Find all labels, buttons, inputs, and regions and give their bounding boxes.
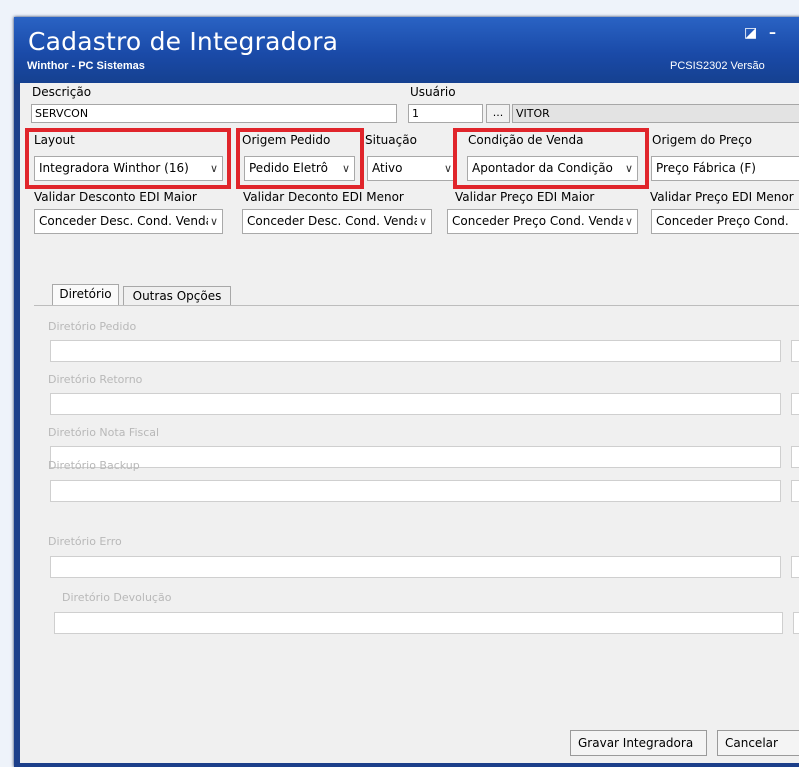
diretorio-backup-browse[interactable] (791, 480, 799, 502)
validar-preco-maior-value: Conceder Preço Cond. Venda (452, 214, 626, 228)
validar-desc-menor-label: Validar Deconto EDI Menor (243, 190, 404, 204)
validar-desc-maior-select[interactable]: Conceder Desc. Cond. Venda ∨ (34, 209, 223, 234)
cancelar-button[interactable]: Cancelar (717, 730, 799, 756)
chevron-down-icon: ∨ (416, 210, 427, 233)
chevron-down-icon: ∨ (622, 210, 633, 233)
diretorio-devolucao-input[interactable] (54, 612, 783, 634)
highlight-layout (25, 128, 231, 189)
diretorio-nota-fiscal-input[interactable] (50, 446, 781, 468)
highlight-condicao-venda (453, 128, 649, 189)
version-label: PCSIS2302 Versão (670, 60, 765, 72)
validar-desc-menor-value: Conceder Desc. Cond. Venda (247, 214, 421, 228)
diretorio-pedido-browse[interactable] (791, 340, 799, 362)
validar-desc-maior-label: Validar Desconto EDI Maior (34, 190, 197, 204)
diretorio-erro-browse[interactable] (791, 556, 799, 578)
validar-preco-menor-label: Validar Preço EDI Menor (650, 190, 794, 204)
title-bar: Cadastro de Integradora Winthor - PC Sis… (14, 17, 799, 84)
diretorio-devolucao-browse[interactable] (793, 612, 799, 634)
tab-diretorio[interactable]: Diretório (52, 284, 119, 306)
diretorio-retorno-input[interactable] (50, 393, 781, 415)
validar-desc-menor-select[interactable]: Conceder Desc. Cond. Venda ∨ (242, 209, 432, 234)
situacao-label: Situação (365, 133, 417, 147)
chevron-down-icon: ∨ (207, 210, 218, 233)
usuario-name-field: VITOR (512, 104, 799, 123)
diretorio-nota-fiscal-label: Diretório Nota Fiscal (48, 426, 160, 439)
diretorio-backup-input[interactable] (50, 480, 781, 502)
diretorio-nota-fiscal-browse[interactable] (791, 446, 799, 468)
window-subtitle: Winthor - PC Sistemas (27, 60, 145, 72)
situacao-select-value: Ativo (372, 161, 403, 175)
situacao-select[interactable]: Ativo ∨ (367, 156, 457, 181)
validar-preco-menor-select[interactable]: Conceder Preço Cond. (651, 209, 799, 234)
tab-panel-diretorio (34, 305, 799, 716)
origem-preco-select-value: Preço Fábrica (F) (656, 161, 756, 175)
gravar-integradora-button[interactable]: Gravar Integradora (570, 730, 707, 756)
restore-icon[interactable]: ◪ (744, 25, 757, 41)
usuario-label: Usuário (410, 85, 456, 99)
origem-preco-select[interactable]: Preço Fábrica (F) (651, 156, 799, 181)
origem-preco-label: Origem do Preço (652, 133, 753, 147)
minimize-icon[interactable]: – (769, 25, 776, 41)
form-client-area: Descrição SERVCON Usuário 1 ... VITOR La… (20, 83, 799, 763)
diretorio-pedido-label: Diretório Pedido (48, 320, 137, 333)
diretorio-retorno-browse[interactable] (791, 393, 799, 415)
validar-desc-maior-value: Conceder Desc. Cond. Venda (39, 214, 213, 228)
descricao-label: Descrição (32, 85, 92, 99)
diretorio-devolucao-label: Diretório Devolução (62, 591, 172, 604)
diretorio-erro-label: Diretório Erro (48, 535, 122, 548)
window-title: Cadastro de Integradora (28, 27, 339, 56)
chevron-down-icon: ∨ (441, 157, 452, 180)
descricao-input[interactable]: SERVCON (31, 104, 397, 123)
diretorio-pedido-input[interactable] (50, 340, 781, 362)
highlight-origem-pedido (236, 128, 364, 189)
validar-preco-menor-value: Conceder Preço Cond. (656, 214, 789, 228)
diretorio-backup-label: Diretório Backup (48, 459, 140, 472)
diretorio-retorno-label: Diretório Retorno (48, 373, 143, 386)
app-window: Cadastro de Integradora Winthor - PC Sis… (14, 17, 799, 767)
diretorio-erro-input[interactable] (50, 556, 781, 578)
usuario-code-input[interactable]: 1 (408, 104, 483, 123)
usuario-lookup-button[interactable]: ... (486, 104, 510, 123)
validar-preco-maior-label: Validar Preço EDI Maior (455, 190, 595, 204)
tab-outras-opcoes[interactable]: Outras Opções (123, 286, 231, 306)
validar-preco-maior-select[interactable]: Conceder Preço Cond. Venda ∨ (447, 209, 638, 234)
